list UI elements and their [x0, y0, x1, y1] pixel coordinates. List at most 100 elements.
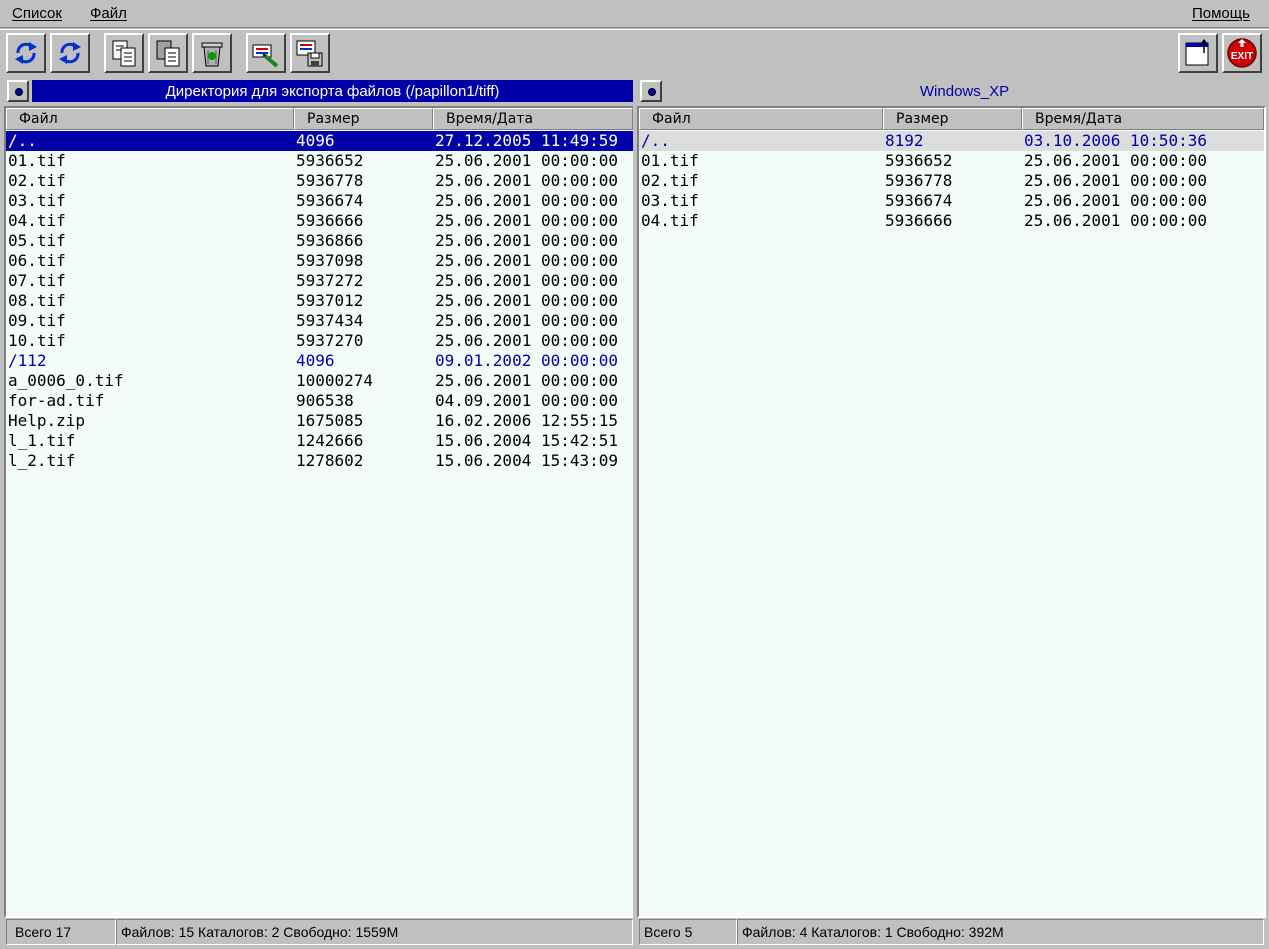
file-row[interactable]: l_1.tif 1242666 15.06.2004 15:42:51: [6, 431, 633, 451]
file-name: for-ad.tif: [8, 391, 105, 410]
left-file-list[interactable]: Файл Размер Время/Дата /.. 4096 27.12.2005…: [4, 106, 635, 918]
right-panel-title: Windows_XP: [665, 80, 1264, 102]
delete-button[interactable]: [192, 33, 232, 73]
file-date: 04.09.2001 00:00:00: [435, 391, 619, 410]
file-size: 5937098: [296, 251, 364, 270]
file-row[interactable]: 02.tif 5936778 25.06.2001 00:00:00: [639, 171, 1264, 191]
file-date: 09.01.2002 00:00:00: [435, 351, 619, 370]
file-date: 25.06.2001 00:00:00: [435, 151, 619, 170]
file-date: 25.06.2001 00:00:00: [435, 291, 619, 310]
window-switch-button[interactable]: [1178, 33, 1218, 73]
menu-file[interactable]: Файл: [90, 5, 127, 22]
file-row[interactable]: 04.tif 5936666 25.06.2001 00:00:00: [6, 211, 633, 231]
file-date: 15.06.2004 15:43:09: [435, 451, 619, 470]
copy-button[interactable]: [104, 33, 144, 73]
file-size: 5936674: [296, 191, 364, 210]
file-row[interactable]: for-ad.tif 906538 04.09.2001 00:00:00: [6, 391, 633, 411]
file-date: 25.06.2001 00:00:00: [435, 271, 619, 290]
file-date: 25.06.2001 00:00:00: [435, 371, 619, 390]
file-size: 906538: [296, 391, 354, 410]
file-name: 07.tif: [8, 271, 66, 290]
refresh-left-button[interactable]: [6, 33, 46, 73]
file-name: 02.tif: [8, 171, 66, 190]
left-col-date[interactable]: Время/Дата: [433, 108, 633, 130]
file-row[interactable]: 10.tif 5937270 25.06.2001 00:00:00: [6, 331, 633, 351]
left-status-total: Всего 17: [6, 919, 116, 945]
right-file-list[interactable]: Файл Размер Время/Дата /.. 8192 03.10.2006…: [637, 106, 1266, 918]
right-status-info: Файлов: 4 Каталогов: 1 Свободно: 392M: [737, 919, 1264, 945]
file-name: 01.tif: [641, 151, 699, 170]
file-row[interactable]: 08.tif 5937012 25.06.2001 00:00:00: [6, 291, 633, 311]
right-col-date[interactable]: Время/Дата: [1022, 108, 1264, 130]
export-save-icon: [296, 40, 323, 67]
file-row[interactable]: 04.tif 5936666 25.06.2001 00:00:00: [639, 211, 1264, 231]
rename-icon: [252, 44, 279, 68]
menu-list[interactable]: Список: [12, 5, 62, 22]
exit-icon: EXIT: [1227, 38, 1257, 68]
file-date: 25.06.2001 00:00:00: [435, 211, 619, 230]
file-row[interactable]: 01.tif 5936652 25.06.2001 00:00:00: [6, 151, 633, 171]
file-date: 25.06.2001 00:00:00: [1024, 171, 1208, 190]
right-col-file[interactable]: Файл: [639, 108, 883, 130]
file-size: 4096: [296, 351, 335, 370]
file-name: l_1.tif: [8, 431, 76, 450]
left-panel-menu-button[interactable]: [7, 80, 29, 102]
file-size: 1675085: [296, 411, 364, 430]
right-panel-menu-button[interactable]: [640, 80, 662, 102]
file-date: 15.06.2004 15:42:51: [435, 431, 619, 450]
file-name: 06.tif: [8, 251, 66, 270]
file-row[interactable]: 05.tif 5936866 25.06.2001 00:00:00: [6, 231, 633, 251]
delete-icon: [201, 42, 223, 67]
file-name: 05.tif: [8, 231, 66, 250]
refresh-left-icon: [15, 42, 37, 64]
rename-button[interactable]: [246, 33, 286, 73]
menu-help[interactable]: Помощь: [1192, 5, 1250, 22]
file-name: 03.tif: [641, 191, 699, 210]
file-row[interactable]: Help.zip 1675085 16.02.2006 12:55:15: [6, 411, 633, 431]
file-name: /..: [641, 131, 670, 150]
file-name: 03.tif: [8, 191, 66, 210]
file-size: 5936778: [296, 171, 364, 190]
directory-row[interactable]: /112 4096 09.01.2002 00:00:00: [6, 351, 633, 371]
left-panel: Директория для экспорта файлов (/papillo…: [4, 78, 635, 946]
menu-bar: Список Файл Помощь: [0, 0, 1269, 28]
file-row[interactable]: 07.tif 5937272 25.06.2001 00:00:00: [6, 271, 633, 291]
toolbar: EXIT: [0, 29, 1269, 75]
right-rows: /.. 8192 03.10.2006 10:50:36 01.tif 5936652 2…: [639, 131, 1264, 231]
exit-label: EXIT: [1231, 51, 1253, 62]
file-row[interactable]: 01.tif 5936652 25.06.2001 00:00:00: [639, 151, 1264, 171]
file-name: l_2.tif: [8, 451, 76, 470]
file-size: 5937272: [296, 271, 364, 290]
file-name: /..: [8, 131, 37, 150]
exit-button[interactable]: EXIT: [1222, 33, 1262, 73]
file-row[interactable]: 03.tif 5936674 25.06.2001 00:00:00: [639, 191, 1264, 211]
file-date: 25.06.2001 00:00:00: [1024, 191, 1208, 210]
file-row[interactable]: a_0006_0.tif 10000274 25.06.2001 00:00:00: [6, 371, 633, 391]
left-title-row: Директория для экспорта файлов (/papillo…: [4, 78, 635, 104]
export-save-button[interactable]: [290, 33, 330, 73]
copy-icon: [112, 40, 136, 67]
left-header-row: Файл Размер Время/Дата: [6, 108, 633, 130]
file-name: 02.tif: [641, 171, 699, 190]
file-row[interactable]: 03.tif 5936674 25.06.2001 00:00:00: [6, 191, 633, 211]
file-row[interactable]: 02.tif 5936778 25.06.2001 00:00:00: [6, 171, 633, 191]
file-date: 03.10.2006 10:50:36: [1024, 131, 1208, 150]
file-size: 5936866: [296, 231, 364, 250]
file-date: 25.06.2001 00:00:00: [435, 331, 619, 350]
directory-row[interactable]: /.. 8192 03.10.2006 10:50:36: [639, 131, 1264, 151]
refresh-right-button[interactable]: [50, 33, 90, 73]
file-date: 25.06.2001 00:00:00: [435, 191, 619, 210]
file-size: 4096: [296, 131, 335, 150]
file-name: Help.zip: [8, 411, 86, 430]
file-row[interactable]: l_2.tif 1278602 15.06.2004 15:43:09: [6, 451, 633, 471]
file-size: 5936652: [885, 151, 953, 170]
left-col-size[interactable]: Размер: [294, 108, 433, 130]
left-col-file[interactable]: Файл: [6, 108, 294, 130]
move-button[interactable]: [148, 33, 188, 73]
file-row[interactable]: 06.tif 5937098 25.06.2001 00:00:00: [6, 251, 633, 271]
right-col-size[interactable]: Размер: [883, 108, 1022, 130]
window-switch-icon: [1185, 39, 1209, 66]
file-size: 5937434: [296, 311, 364, 330]
file-row[interactable]: 09.tif 5937434 25.06.2001 00:00:00: [6, 311, 633, 331]
directory-row[interactable]: /.. 4096 27.12.2005 11:49:59: [6, 131, 633, 151]
